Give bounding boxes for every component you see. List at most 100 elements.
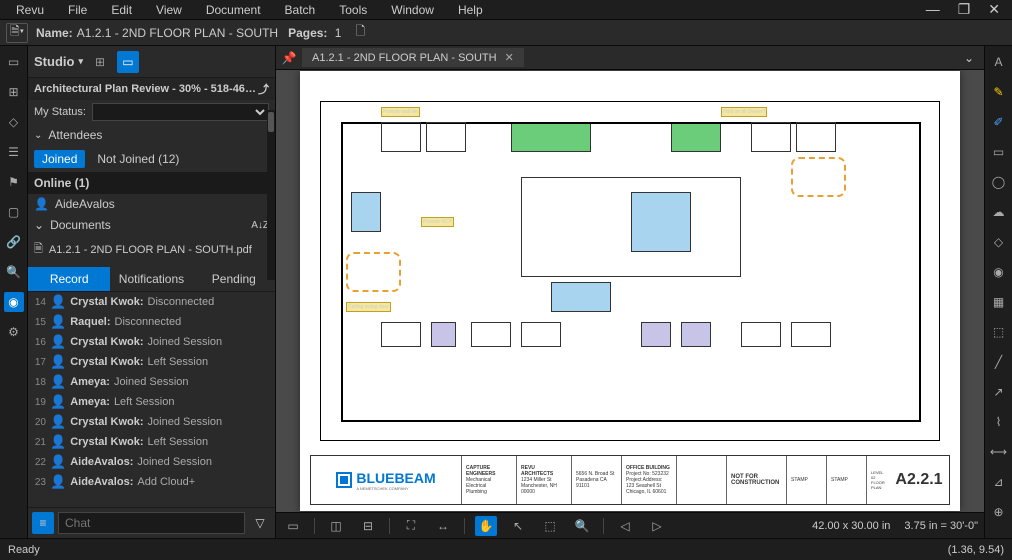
tool-cloud-icon[interactable]: ☁	[989, 202, 1009, 222]
tool-polyline-icon[interactable]: ⌇	[989, 412, 1009, 432]
menu-tools[interactable]: Tools	[327, 1, 379, 19]
studio-dropdown[interactable]: Studio▾	[34, 54, 83, 69]
tab-notifications[interactable]: Notifications	[110, 267, 192, 291]
record-item[interactable]: 22👤AideAvalos: Joined Session	[28, 452, 275, 472]
pin-icon[interactable]: 📌	[276, 51, 302, 65]
rail-flag-icon[interactable]: ⚑	[4, 172, 24, 192]
tab-record[interactable]: Record	[28, 267, 110, 291]
split-horizontal-icon[interactable]: ⊟	[357, 516, 379, 536]
person-icon: 👤	[50, 394, 66, 410]
person-icon: 👤	[50, 374, 66, 390]
close-tab-icon[interactable]: ✕	[505, 51, 514, 64]
my-status-select[interactable]	[92, 103, 269, 121]
menu-document[interactable]: Document	[194, 1, 273, 19]
zoom-tool-icon[interactable]: 🔍	[571, 516, 593, 536]
fit-page-icon[interactable]: ⛶	[400, 516, 422, 536]
scrollbar[interactable]	[267, 110, 275, 280]
prev-view-icon[interactable]: ◁	[614, 516, 636, 536]
filter-icon[interactable]: ▽	[249, 512, 271, 534]
menu-file[interactable]: File	[56, 1, 99, 19]
record-item[interactable]: 14👤Crystal Kwok: Disconnected	[28, 292, 275, 312]
menu-revu[interactable]: Revu	[4, 1, 56, 19]
tool-image-icon[interactable]: ▦	[989, 292, 1009, 312]
rail-form-icon[interactable]: ▢	[4, 202, 24, 222]
rail-search-icon[interactable]: 🔍	[4, 262, 24, 282]
record-item[interactable]: 17👤Crystal Kwok: Left Session	[28, 352, 275, 372]
person-icon: 👤	[50, 334, 66, 350]
document-row[interactable]: 🗎 A1.2.1 - 2ND FLOOR PLAN - SOUTH.pdf	[28, 236, 275, 263]
tool-stamp-icon[interactable]: ◉	[989, 262, 1009, 282]
record-user: Ameya:	[70, 376, 110, 388]
maximize-button[interactable]: ❐	[958, 1, 971, 18]
select-tool-icon[interactable]: ↖	[507, 516, 529, 536]
tool-highlight-icon[interactable]: ✎	[989, 82, 1009, 102]
rail-layers-icon[interactable]: ☰	[4, 142, 24, 162]
menu-edit[interactable]: Edit	[99, 1, 144, 19]
close-button[interactable]: ✕	[988, 1, 1000, 18]
attendee-row[interactable]: 👤 AideAvalos	[28, 194, 275, 214]
record-item[interactable]: 15👤Raquel: Disconnected	[28, 312, 275, 332]
menu-window[interactable]: Window	[379, 1, 446, 19]
document-canvas[interactable]: Provide wall tile Hold on till Owner? Pr…	[276, 70, 984, 512]
session-leave-icon[interactable]: ⤴	[258, 81, 269, 97]
record-user: Crystal Kwok:	[70, 356, 143, 368]
tool-pen-icon[interactable]: ✐	[989, 112, 1009, 132]
record-number: 21	[32, 437, 46, 448]
page-scale[interactable]: 3.75 in = 30'-0"	[904, 520, 978, 532]
record-item[interactable]: 16👤Crystal Kwok: Joined Session	[28, 332, 275, 352]
person-icon: 👤	[50, 474, 66, 490]
rail-studio-icon[interactable]: ◉	[4, 292, 24, 312]
new-page-button[interactable]: 🗋	[349, 23, 371, 43]
menu-batch[interactable]: Batch	[273, 1, 328, 19]
tool-dimension-icon[interactable]: ⟷	[989, 442, 1009, 462]
record-item[interactable]: 18👤Ameya: Joined Session	[28, 372, 275, 392]
tool-callout-icon[interactable]: ◯	[989, 172, 1009, 192]
documents-section[interactable]: ⌄ Documents A↓Z	[28, 214, 275, 236]
rail-settings-icon[interactable]: ⚙	[4, 322, 24, 342]
split-vertical-icon[interactable]: ◫	[325, 516, 347, 536]
zoom-rect-icon[interactable]: ⬚	[539, 516, 561, 536]
minimize-button[interactable]: —	[926, 1, 940, 18]
tab-dropdown-icon[interactable]: ⌄	[954, 51, 984, 65]
document-tab[interactable]: A1.2.1 - 2ND FLOOR PLAN - SOUTH ✕	[302, 48, 524, 67]
tab-pending[interactable]: Pending	[193, 267, 275, 291]
next-view-icon[interactable]: ▷	[646, 516, 668, 536]
rail-link-icon[interactable]: 🔗	[4, 232, 24, 252]
chat-list-icon[interactable]: ≡	[32, 512, 54, 534]
tool-note-icon[interactable]: ▭	[989, 142, 1009, 162]
menu-help[interactable]: Help	[446, 1, 495, 19]
attendees-section[interactable]: ⌄ Attendees	[28, 124, 275, 146]
panel-projects-icon[interactable]: ⊞	[89, 51, 111, 73]
record-item[interactable]: 23👤AideAvalos: Add Cloud+	[28, 472, 275, 492]
document-menu-button[interactable]: 🗎▾	[6, 23, 28, 43]
chat-input[interactable]	[58, 512, 245, 534]
tool-measure-icon[interactable]: ⊿	[989, 472, 1009, 492]
tool-crop-icon[interactable]: ⬚	[989, 322, 1009, 342]
pan-tool-icon[interactable]: ✋	[475, 516, 497, 536]
record-item[interactable]: 20👤Crystal Kwok: Joined Session	[28, 412, 275, 432]
filter-notjoined[interactable]: Not Joined (12)	[89, 150, 187, 168]
fit-width-icon[interactable]: ↔	[432, 516, 454, 536]
sheet-number: A2.2.1	[889, 456, 949, 504]
record-number: 22	[32, 457, 46, 468]
menu-view[interactable]: View	[144, 1, 194, 19]
record-item[interactable]: 21👤Crystal Kwok: Left Session	[28, 432, 275, 452]
filter-joined[interactable]: Joined	[34, 150, 85, 168]
record-user: Raquel:	[70, 316, 110, 328]
person-icon: 👤	[50, 354, 66, 370]
rail-file-icon[interactable]: ▭	[4, 52, 24, 72]
record-number: 20	[32, 417, 46, 428]
record-item[interactable]: 19👤Ameya: Left Session	[28, 392, 275, 412]
rail-thumbnails-icon[interactable]: ⊞	[4, 82, 24, 102]
tool-text-icon[interactable]: A	[989, 52, 1009, 72]
view-single-icon[interactable]: ▭	[282, 516, 304, 536]
panel-sessions-icon[interactable]: ▭	[117, 51, 139, 73]
rail-bookmarks-icon[interactable]: ◇	[4, 112, 24, 132]
tool-count-icon[interactable]: ⊕	[989, 502, 1009, 522]
tool-shape-icon[interactable]: ◇	[989, 232, 1009, 252]
tool-arrow-icon[interactable]: ↗	[989, 382, 1009, 402]
statusbar: Ready (1.36, 9.54)	[0, 538, 1012, 560]
drawing-sheet: Provide wall tile Hold on till Owner? Pr…	[300, 71, 960, 511]
tool-line-icon[interactable]: ╱	[989, 352, 1009, 372]
record-action: Joined Session	[114, 376, 189, 388]
